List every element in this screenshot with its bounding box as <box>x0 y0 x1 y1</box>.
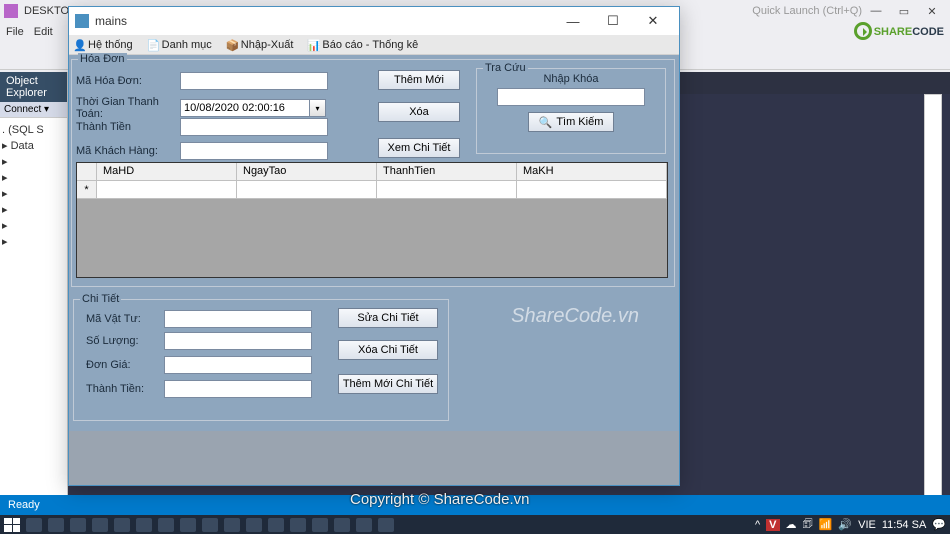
menu-nhapxuat[interactable]: 📦Nhập-Xuất <box>226 39 294 51</box>
mavattu-input[interactable] <box>164 310 312 328</box>
grid-new-row[interactable]: * <box>77 181 667 199</box>
mahoadon-input[interactable] <box>180 72 328 90</box>
thanhtien-label: Thành Tiền <box>76 121 180 133</box>
taskbar-item[interactable] <box>224 518 240 532</box>
taskbar-item[interactable] <box>334 518 350 532</box>
nhapkhoa-label: Nhập Khóa <box>477 73 665 85</box>
taskbar-item[interactable] <box>202 518 218 532</box>
search-icon: 🔍 <box>539 116 553 129</box>
xoachitiet-button[interactable]: Xóa Chi Tiết <box>338 340 438 360</box>
vs-max-button[interactable]: ▭ <box>890 2 918 20</box>
taskbar-item[interactable] <box>158 518 174 532</box>
maximize-button[interactable]: ☐ <box>593 9 633 33</box>
tray-up-icon[interactable]: ^ <box>755 519 760 531</box>
menu-danhmuc[interactable]: 📄Danh mục <box>147 39 212 51</box>
thoigian-input[interactable] <box>180 99 310 117</box>
mahoadon-label: Mã Hóa Đơn: <box>76 75 180 87</box>
chitiet-legend: Chi Tiết <box>80 293 121 305</box>
vs-min-button[interactable]: — <box>862 2 890 20</box>
col-ngaytao[interactable]: NgayTao <box>237 163 377 181</box>
grid-header: MaHD NgayTao ThanhTien MaKH <box>77 163 667 181</box>
object-explorer-panel: Object Explorer Connect ▾ . (SQL S▸ Data… <box>0 72 68 514</box>
hoadon-legend: Hóa Đơn <box>78 53 127 65</box>
tray-notif-icon[interactable]: 💬 <box>932 518 946 531</box>
timkiem-button[interactable]: 🔍 Tìm Kiếm <box>528 112 614 132</box>
object-explorer-header: Object Explorer <box>0 72 67 102</box>
taskbar-item[interactable] <box>48 518 64 532</box>
vs-menu-file[interactable]: File <box>6 26 24 38</box>
tray-battery-icon[interactable]: 🗊 <box>803 515 813 534</box>
taskbar-item[interactable] <box>136 518 152 532</box>
windows-taskbar[interactable]: ^ V ☁ 🗊 📶 🔊 VIE 11:54 SA 💬 <box>0 515 950 534</box>
row-selector[interactable]: * <box>77 181 97 199</box>
taskbar-item[interactable] <box>114 518 130 532</box>
taskbar-item[interactable] <box>268 518 284 532</box>
makhachhang-label: Mã Khách Hàng: <box>76 145 180 157</box>
col-mahd[interactable]: MaHD <box>97 163 237 181</box>
tray-v-icon[interactable]: V <box>766 519 779 531</box>
suachitiet-button[interactable]: Sửa Chi Tiết <box>338 308 438 328</box>
window-title: mains <box>95 14 553 28</box>
themmoi-button[interactable]: Thêm Mới <box>378 70 460 90</box>
vs-statusbar: Ready <box>0 495 950 515</box>
connect-button[interactable]: Connect ▾ <box>0 102 67 118</box>
watermark-1: ShareCode.vn <box>511 305 639 328</box>
menu-baocao[interactable]: 📊Báo cáo - Thống kê <box>307 39 418 51</box>
vs-menu-edit[interactable]: Edit <box>34 26 53 38</box>
soluong-label: Số Lượng: <box>86 335 164 347</box>
tracuu-group: Tra Cứu Nhập Khóa 🔍 Tìm Kiếm <box>476 68 666 154</box>
grid-corner[interactable] <box>77 163 97 181</box>
taskbar-item[interactable] <box>180 518 196 532</box>
ct-thanhtien-label: Thành Tiền: <box>86 383 164 395</box>
taskbar-item[interactable] <box>70 518 86 532</box>
taskbar-item[interactable] <box>356 518 372 532</box>
mains-menubar[interactable]: 👤Hệ thống 📄Danh mục 📦Nhập-Xuất 📊Báo cáo … <box>69 35 679 55</box>
soluong-input[interactable] <box>164 332 312 350</box>
themmoichitiet-button[interactable]: Thêm Mới Chi Tiết <box>338 374 438 394</box>
thanhtien-input[interactable] <box>180 118 328 136</box>
taskbar-item[interactable] <box>92 518 108 532</box>
vs-close-button[interactable]: ✕ <box>918 2 946 20</box>
col-makh[interactable]: MaKH <box>517 163 667 181</box>
bottom-panel <box>69 431 679 485</box>
mains-body: Hóa Đơn Mã Hóa Đơn: Thời Gian Thanh Toán… <box>69 55 679 485</box>
taskbar-item[interactable] <box>246 518 262 532</box>
sharecode-logo: SHARECODE <box>854 22 944 40</box>
taskbar-item[interactable] <box>312 518 328 532</box>
tray-sound-icon[interactable]: 🔊 <box>838 518 852 531</box>
quick-launch-input[interactable]: Quick Launch (Ctrl+Q) <box>752 5 862 17</box>
system-tray[interactable]: ^ V ☁ 🗊 📶 🔊 VIE 11:54 SA 💬 <box>755 515 946 534</box>
hoadon-grid[interactable]: MaHD NgayTao ThanhTien MaKH * <box>76 162 668 278</box>
tray-time[interactable]: 11:54 SA <box>882 519 926 531</box>
taskbar-item[interactable] <box>290 518 306 532</box>
mains-window: mains — ☐ ✕ 👤Hệ thống 📄Danh mục 📦Nhập-Xu… <box>68 6 680 486</box>
app-icon <box>75 14 89 28</box>
xemchitiet-button[interactable]: Xem Chi Tiết <box>378 138 460 158</box>
xoa-button[interactable]: Xóa <box>378 102 460 122</box>
object-tree[interactable]: . (SQL S▸ Data ▸ ▸ ▸ ▸ ▸ ▸ <box>0 118 67 254</box>
taskbar-item[interactable] <box>26 518 42 532</box>
chitiet-group: Chi Tiết Mã Vật Tư: Số Lượng: Đơn Giá: T… <box>73 299 449 421</box>
close-button[interactable]: ✕ <box>633 9 673 33</box>
hoadon-group: Hóa Đơn Mã Hóa Đơn: Thời Gian Thanh Toán… <box>71 59 675 287</box>
tray-cloud-icon[interactable]: ☁ <box>786 518 797 531</box>
menu-hethong[interactable]: 👤Hệ thống <box>73 39 133 51</box>
ct-thanhtien-input[interactable] <box>164 380 312 398</box>
thoigian-label: Thời Gian Thanh Toán: <box>76 96 180 120</box>
mavattu-label: Mã Vật Tư: <box>86 313 164 325</box>
tray-lang[interactable]: VIE <box>858 519 876 531</box>
vs-icon <box>4 4 18 18</box>
minimize-button[interactable]: — <box>553 9 593 33</box>
taskbar-item[interactable] <box>378 518 394 532</box>
mains-titlebar[interactable]: mains — ☐ ✕ <box>69 7 679 35</box>
start-button[interactable] <box>4 518 20 532</box>
dongia-input[interactable] <box>164 356 312 374</box>
makhachhang-input[interactable] <box>180 142 328 160</box>
col-thanhtien[interactable]: ThanhTien <box>377 163 517 181</box>
tray-wifi-icon[interactable]: 📶 <box>819 518 833 531</box>
dongia-label: Đơn Giá: <box>86 359 164 371</box>
tracuu-input[interactable] <box>497 88 645 106</box>
datepicker-dropdown[interactable]: ▾ <box>310 99 326 117</box>
tracuu-legend: Tra Cứu <box>483 62 528 74</box>
